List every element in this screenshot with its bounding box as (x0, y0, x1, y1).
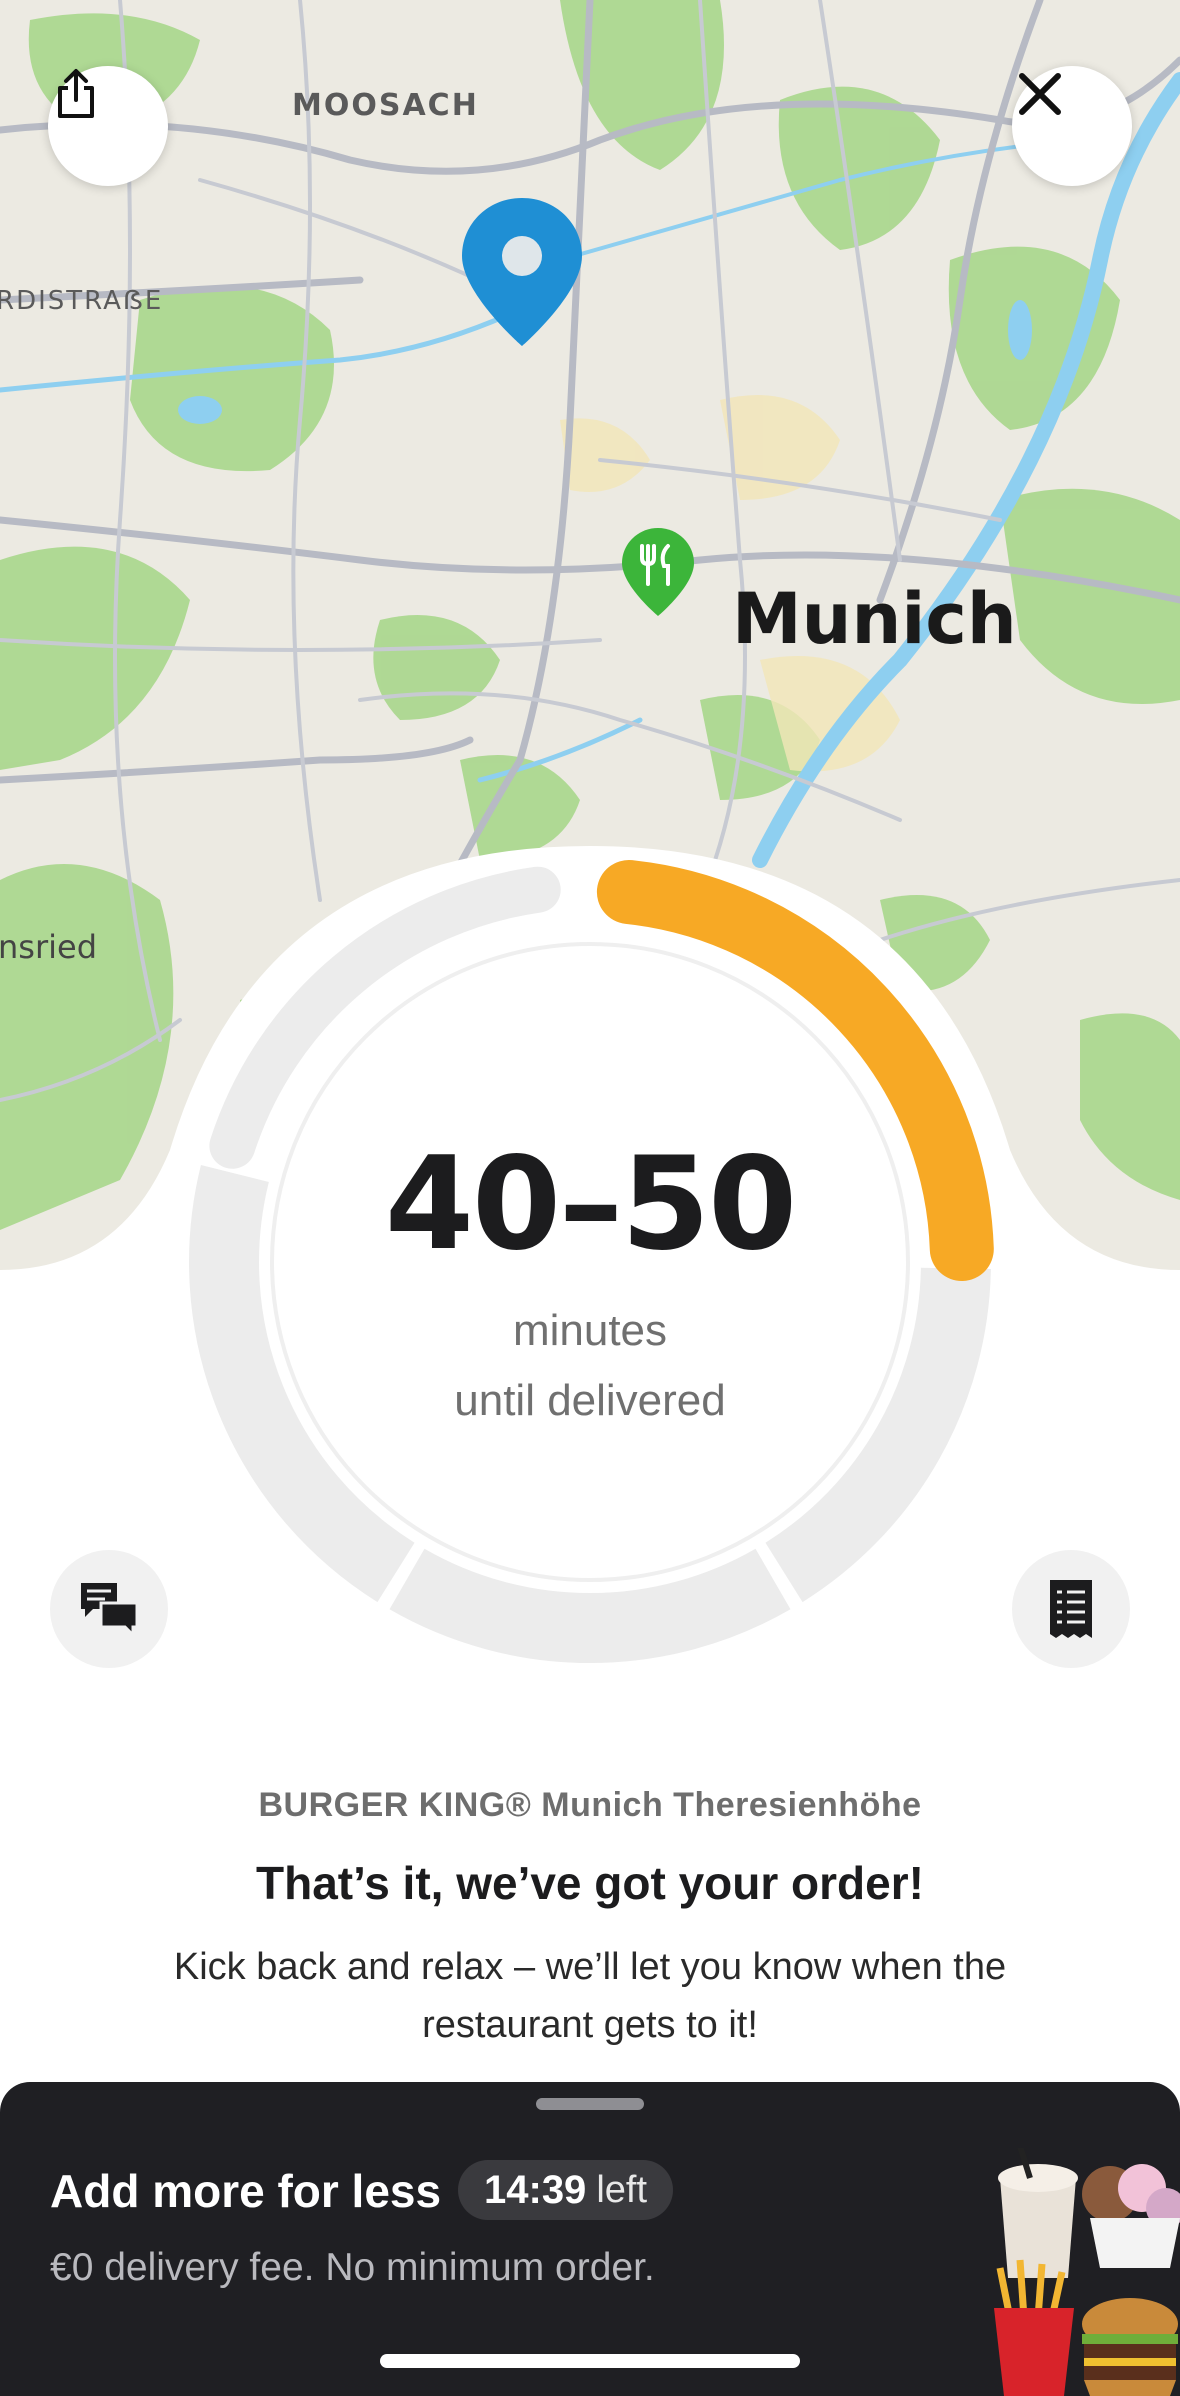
chat-button[interactable] (50, 1550, 168, 1668)
receipt-icon (1050, 1580, 1092, 1638)
food-collage-icon (994, 2148, 1180, 2396)
receipt-button[interactable] (1012, 1550, 1130, 1668)
restaurant-name: BURGER KING® Munich Theresienhöhe (258, 1786, 922, 1824)
map-label-street: RDISTRAẞE (0, 286, 164, 316)
close-icon (1019, 73, 1061, 115)
promo-title: Add more for less (50, 2165, 442, 2217)
share-button[interactable] (48, 66, 168, 186)
order-confirmation-title: That’s it, we’ve got your order! (256, 1857, 924, 1909)
delivery-location-pin-icon[interactable] (458, 194, 586, 354)
home-indicator[interactable] (380, 2354, 800, 2368)
chat-icon (81, 1583, 139, 1639)
map-label-city: Munich (732, 578, 1017, 660)
order-status-message: Kick back and relax – we’ll let you know… (173, 1946, 1007, 2046)
promo-sheet[interactable]: Add more for less 14:39 left €0 delivery… (0, 2082, 1180, 2396)
promo-subtitle: €0 delivery fee. No minimum order. (50, 2246, 655, 2289)
promo-countdown-suffix: left (596, 2168, 648, 2211)
promo-countdown-badge: 14:39 left (458, 2160, 674, 2220)
eta-unit: minutes (512, 1306, 668, 1355)
sheet-grabber[interactable] (536, 2098, 644, 2110)
eta-value: 40–50 (384, 1130, 797, 1279)
delivery-timer: 40–50 minutes until delivered (0, 830, 1180, 1710)
restaurant-pin-icon[interactable] (620, 526, 696, 618)
promo-countdown-time: 14:39 (484, 2167, 587, 2212)
map-label-moosach: MOOSACH (292, 88, 479, 123)
close-button[interactable] (1012, 66, 1132, 186)
share-icon (58, 69, 94, 118)
eta-caption: until delivered (454, 1376, 726, 1425)
